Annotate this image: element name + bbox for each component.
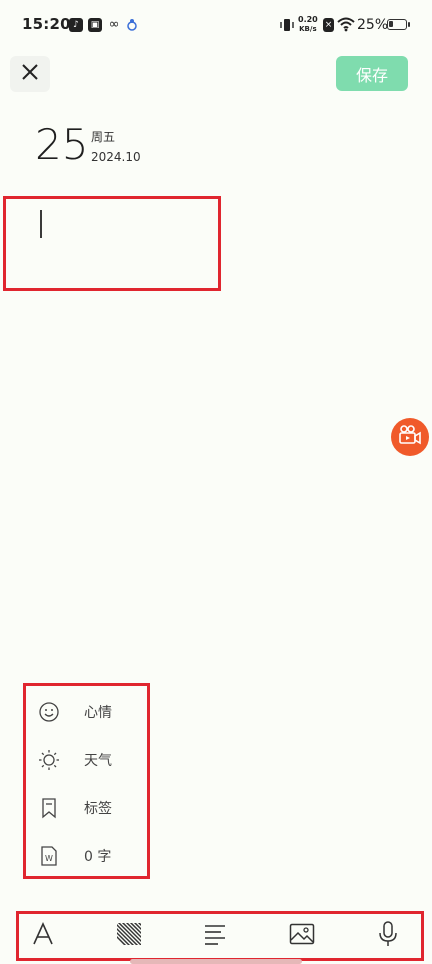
home-indicator[interactable] <box>130 959 302 964</box>
close-button[interactable] <box>10 56 50 92</box>
insert-image-button[interactable] <box>282 917 322 955</box>
tag-label: 标签 <box>84 801 112 817</box>
sun-icon <box>36 747 62 773</box>
word-count-item[interactable]: W 0 字 <box>36 836 146 876</box>
svg-text:W: W <box>45 854 53 863</box>
tiktok-icon: ♪ <box>69 18 83 32</box>
inbox-icon: ▣ <box>88 18 102 32</box>
video-camera-icon <box>398 424 422 450</box>
smile-icon <box>36 699 62 725</box>
bug-icon <box>126 17 138 31</box>
battery-fill <box>389 21 393 27</box>
video-record-button[interactable] <box>391 418 429 456</box>
background-pattern-button[interactable] <box>109 917 149 955</box>
microphone-icon <box>377 921 399 951</box>
date-weekday: 周五 <box>91 130 116 144</box>
battery-text: 25% <box>357 17 389 33</box>
battery-tip <box>408 22 410 27</box>
wifi-icon <box>337 16 355 32</box>
align-left-icon <box>203 923 227 949</box>
net-speed-unit: KB/s <box>299 25 317 33</box>
weather-label: 天气 <box>84 753 112 769</box>
text-style-button[interactable] <box>23 917 63 955</box>
word-count-label: 0 字 <box>84 849 112 865</box>
text-caret <box>40 210 42 238</box>
net-speed: 0.20 KB/s <box>298 15 318 34</box>
net-speed-value: 0.20 <box>298 15 318 24</box>
close-icon <box>20 62 40 86</box>
image-icon <box>289 923 315 949</box>
vibrate-icon <box>279 17 295 31</box>
date-year-month: 2024.10 <box>91 150 141 164</box>
bookmark-icon <box>36 795 62 821</box>
mood-label: 心情 <box>84 705 112 721</box>
link-icon: ∞ <box>108 17 120 32</box>
diary-text-editor[interactable] <box>3 196 221 291</box>
battery-icon <box>387 19 407 30</box>
word-doc-icon: W <box>36 843 62 869</box>
paragraph-align-button[interactable] <box>195 917 235 955</box>
date-day: 25 <box>35 120 89 169</box>
voice-input-button[interactable] <box>368 917 408 955</box>
hatch-pattern-icon <box>116 922 142 950</box>
status-time: 15:20 <box>22 15 71 33</box>
weather-item[interactable]: 天气 <box>36 740 146 780</box>
tag-item[interactable]: 标签 <box>36 788 146 828</box>
text-style-icon <box>31 922 55 950</box>
sim-icon: × <box>323 18 334 32</box>
save-button[interactable]: 保存 <box>336 56 408 91</box>
status-bar: 15:20 ♪ ▣ ∞ 0.20 KB/s × 25% <box>0 0 432 50</box>
mood-item[interactable]: 心情 <box>36 692 146 732</box>
